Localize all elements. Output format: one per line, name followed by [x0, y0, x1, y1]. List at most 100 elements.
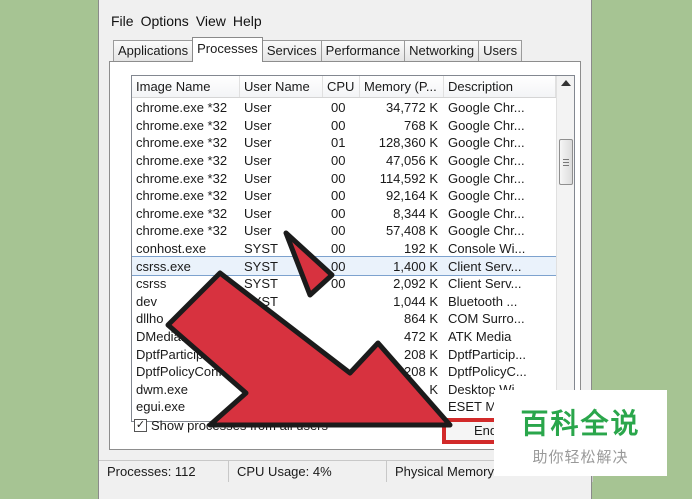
tab-networking[interactable]: Networking	[404, 40, 480, 62]
process-list[interactable]: Image Name User Name CPU Memory (P... De…	[131, 75, 575, 422]
process-cpu: 00	[331, 276, 346, 292]
process-image-name: DMedia.exe	[136, 329, 206, 345]
process-memory: 114,592 K	[379, 170, 438, 186]
process-memory: 92,164 K	[385, 188, 438, 204]
column-image-name[interactable]: Image Name	[132, 76, 240, 97]
process-description: ATK Media	[448, 329, 512, 345]
process-image-name: chrome.exe *32	[136, 205, 228, 221]
watermark-subtitle: 助你轻松解决	[532, 448, 629, 466]
column-cpu[interactable]: CPU	[323, 76, 360, 97]
process-image-name: conhost.exe	[136, 241, 207, 257]
menu-options[interactable]: Options	[141, 10, 189, 32]
process-description: Console Wi...	[448, 241, 526, 257]
grip-line	[563, 165, 569, 166]
show-all-checkbox[interactable]: ✓	[134, 419, 147, 432]
process-row[interactable]: dev SYST 1,044 K Bluetooth ...	[132, 293, 556, 311]
column-headers: Image Name User Name CPU Memory (P... De…	[132, 76, 556, 98]
process-memory: 768 K	[404, 117, 438, 133]
status-cpu-usage: CPU Usage: 4%	[229, 461, 387, 482]
column-memory[interactable]: Memory (P...	[360, 76, 444, 97]
process-memory: 34,772 K	[385, 100, 438, 116]
process-description: DptfParticip...	[448, 346, 527, 362]
process-image-name: csrss.exe	[136, 258, 191, 274]
scroll-up-icon[interactable]	[561, 80, 571, 86]
show-all-processes-option[interactable]: ✓ Show processes from all users	[134, 418, 328, 433]
process-memory: 192 K	[404, 241, 438, 257]
grip-line	[563, 159, 569, 160]
process-image-name: DptfPolicyConfi...	[136, 364, 236, 380]
column-description[interactable]: Description	[444, 76, 556, 97]
process-user-name: User	[244, 205, 272, 221]
watermark-logo: 百科全说 助你轻松解决	[494, 390, 667, 476]
process-row[interactable]: chrome.exe *32 User 01 128,360 K Google Chr.…	[132, 134, 556, 152]
process-memory: K	[429, 381, 438, 397]
process-image-name: chrome.exe *32	[136, 188, 228, 204]
process-cpu: 00	[331, 223, 346, 239]
scroll-thumb[interactable]	[559, 139, 573, 185]
process-description: Client Serv...	[448, 276, 522, 292]
process-row[interactable]: chrome.exe *32 User 00 92,164 K Google Chr..…	[132, 187, 556, 205]
tab-applications[interactable]: Applications	[113, 40, 194, 62]
process-image-name: dllho	[136, 311, 164, 327]
process-image-name: dev	[136, 293, 157, 309]
process-memory: 57,408 K	[385, 223, 438, 239]
menu-view[interactable]: View	[196, 10, 226, 32]
process-row[interactable]: csrss.exe SYST 00 1,400 K Client Serv...	[132, 256, 557, 276]
process-description: Google Chr...	[448, 135, 525, 151]
process-cpu: 00	[331, 205, 346, 221]
process-row[interactable]: conhost.exe SYST 00 192 K Console Wi...	[132, 240, 556, 258]
process-image-name: chrome.exe *32	[136, 170, 228, 186]
process-memory: 1,044 K	[393, 293, 438, 309]
process-memory: 1,400 K	[393, 258, 438, 274]
process-description: Google Chr...	[448, 117, 525, 133]
process-description: Google Chr...	[448, 170, 525, 186]
process-row[interactable]: DptfPolicyConfi... 208 K DptfPolicyC...	[132, 363, 556, 381]
tab-services[interactable]: Services	[261, 40, 322, 62]
vertical-scrollbar[interactable]	[556, 76, 574, 421]
process-user-name: User	[244, 170, 272, 186]
menu-help[interactable]: Help	[233, 10, 262, 32]
process-row[interactable]: chrome.exe *32 User 00 47,056 K Google Chr..…	[132, 152, 556, 170]
watermark-title: 百科全说	[520, 407, 641, 440]
process-user-name: SYST	[244, 258, 278, 274]
process-row[interactable]: dllho 864 K COM Surro...	[132, 310, 556, 328]
column-user-name[interactable]: User Name	[240, 76, 323, 97]
grip-line	[563, 162, 569, 163]
process-description: Google Chr...	[448, 153, 525, 169]
process-row[interactable]: DptfParticipant 208 K DptfParticip...	[132, 345, 556, 363]
process-description: Client Serv...	[448, 258, 522, 274]
menu-file[interactable]: File	[111, 10, 134, 32]
process-row[interactable]: chrome.exe *32 User 00 114,592 K Google Chr.…	[132, 169, 556, 187]
tab-processes[interactable]: Processes	[192, 37, 263, 62]
process-image-name: dwm.exe	[136, 381, 189, 397]
show-all-label: Show processes from all users	[151, 418, 329, 433]
process-image-name: DptfParticipant	[136, 346, 222, 362]
process-row[interactable]: DMedia.exe 472 K ATK Media	[132, 328, 556, 346]
process-user-name: SYST	[244, 293, 278, 309]
process-user-name: SYST	[244, 276, 278, 292]
process-row[interactable]: chrome.exe *32 User 00 768 K Google Chr...	[132, 117, 556, 135]
process-image-name: chrome.exe *32	[136, 135, 228, 151]
process-row[interactable]: chrome.exe *32 User 00 57,408 K Google Chr..…	[132, 222, 556, 240]
tab-performance[interactable]: Performance	[320, 40, 406, 62]
process-row[interactable]: chrome.exe *32 User 00 34,772 K Google Chr..…	[132, 99, 556, 117]
process-user-name: User	[244, 100, 272, 116]
status-processes: Processes: 112	[99, 461, 229, 482]
process-memory: 208 K	[404, 346, 438, 362]
tab-strip: Applications Processes Services Performa…	[113, 37, 523, 62]
process-row[interactable]: egui.exe ESET Ma...	[132, 398, 556, 416]
process-image-name: csrss	[136, 276, 167, 292]
process-cpu: 00	[331, 117, 346, 133]
process-description: Bluetooth ...	[448, 293, 518, 309]
process-user-name: User	[244, 188, 272, 204]
process-memory: 2,092 K	[393, 276, 438, 292]
process-image-name: chrome.exe *32	[136, 117, 228, 133]
process-row[interactable]: chrome.exe *32 User 00 8,344 K Google Chr...	[132, 205, 556, 223]
process-row[interactable]: dwm.exe K Desktop Wi...	[132, 381, 556, 399]
process-description: COM Surro...	[448, 311, 525, 327]
process-user-name: User	[244, 135, 272, 151]
process-memory: 208 K	[404, 364, 438, 380]
process-image-name: chrome.exe *32	[136, 100, 228, 116]
process-row[interactable]: csrss SYST 00 2,092 K Client Serv...	[132, 275, 556, 293]
tab-users[interactable]: Users	[478, 40, 523, 62]
